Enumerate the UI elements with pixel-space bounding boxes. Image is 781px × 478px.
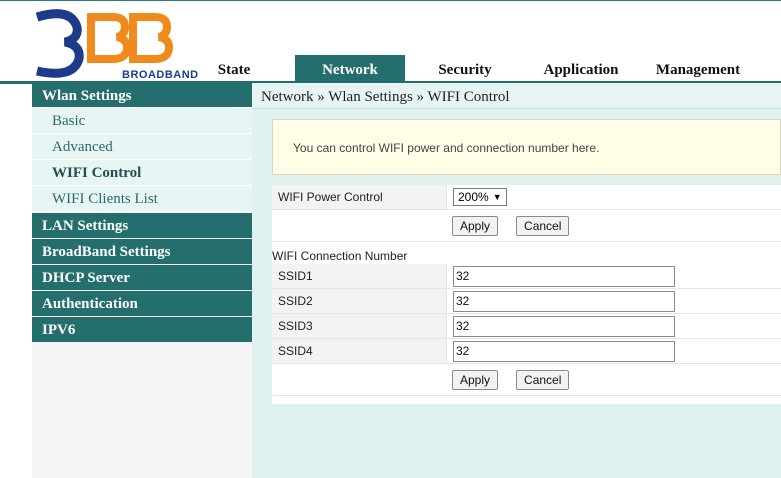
- ssid4-value: [447, 339, 781, 363]
- ssid2-row: SSID2: [272, 289, 781, 314]
- connection-apply-button[interactable]: Apply: [452, 369, 499, 390]
- sidebar-header-lan-settings[interactable]: LAN Settings: [32, 213, 252, 238]
- sidebar-header-ipv6[interactable]: IPV6: [32, 317, 252, 342]
- wifi-control-form: WIFI Power Control 200% ▼ Apply Cancel W…: [272, 185, 781, 404]
- form-bottom-spacer: [272, 396, 781, 404]
- nav-tab-state[interactable]: State: [204, 55, 264, 83]
- power-control-label: WIFI Power Control: [272, 185, 447, 209]
- sidebar: Wlan Settings Basic Advanced WIFI Contro…: [32, 83, 252, 478]
- power-buttons-row: Apply Cancel: [272, 210, 781, 242]
- ssid2-value: [447, 289, 781, 313]
- sidebar-groups: LAN Settings BroadBand Settings DHCP Ser…: [32, 213, 252, 342]
- connection-cancel-button[interactable]: Cancel: [516, 369, 570, 390]
- power-apply-button[interactable]: Apply: [452, 215, 499, 236]
- power-cancel-button[interactable]: Cancel: [516, 215, 570, 236]
- chevron-down-icon: ▼: [492, 192, 502, 202]
- sidebar-item-basic[interactable]: Basic: [32, 108, 252, 134]
- header: BROADBAND State Network Security Applica…: [0, 0, 781, 84]
- breadcrumb: Network » Wlan Settings » WIFI Control: [252, 83, 781, 109]
- power-select[interactable]: 200% ▼: [453, 188, 507, 206]
- logo-brand-text: BROADBAND: [122, 69, 199, 81]
- ssid1-value: [447, 264, 781, 288]
- power-control-row: WIFI Power Control 200% ▼: [272, 185, 781, 210]
- nav-tab-application[interactable]: Application: [531, 55, 631, 83]
- connection-buttons-row: Apply Cancel: [272, 364, 781, 396]
- power-control-value: 200% ▼: [447, 185, 781, 209]
- ssid2-input[interactable]: [453, 290, 675, 312]
- ssid3-input[interactable]: [453, 315, 675, 337]
- sidebar-item-wifi-control[interactable]: WIFI Control: [32, 160, 252, 186]
- nav-tab-management[interactable]: Management: [645, 55, 751, 83]
- nav-tab-security[interactable]: Security: [425, 55, 505, 83]
- notice-box: You can control WIFI power and connectio…: [272, 119, 781, 175]
- power-select-value: 200%: [458, 190, 489, 204]
- ssid1-row: SSID1: [272, 264, 781, 289]
- ssid3-label: SSID3: [272, 314, 447, 338]
- ssid4-row: SSID4: [272, 339, 781, 364]
- sidebar-header-authentication[interactable]: Authentication: [32, 291, 252, 316]
- main-content: Network » Wlan Settings » WIFI Control Y…: [252, 83, 781, 478]
- connection-number-title: WIFI Connection Number: [272, 242, 781, 264]
- ssid2-label: SSID2: [272, 289, 447, 313]
- sidebar-item-wifi-clients-list[interactable]: WIFI Clients List: [32, 186, 252, 212]
- sidebar-header-dhcp-server[interactable]: DHCP Server: [32, 265, 252, 290]
- ssid3-row: SSID3: [272, 314, 781, 339]
- ssid1-label: SSID1: [272, 264, 447, 288]
- ssid4-label: SSID4: [272, 339, 447, 363]
- nav-tab-network[interactable]: Network: [295, 55, 405, 83]
- ssid1-input[interactable]: [453, 265, 675, 287]
- sidebar-header-broadband-settings[interactable]: BroadBand Settings: [32, 239, 252, 264]
- content-area: You can control WIFI power and connectio…: [272, 119, 781, 404]
- sidebar-item-advanced[interactable]: Advanced: [32, 134, 252, 160]
- ssid4-input[interactable]: [453, 340, 675, 362]
- 3bb-logo[interactable]: BROADBAND: [31, 9, 198, 81]
- sidebar-header-wlan-settings[interactable]: Wlan Settings: [32, 83, 252, 108]
- ssid3-value: [447, 314, 781, 338]
